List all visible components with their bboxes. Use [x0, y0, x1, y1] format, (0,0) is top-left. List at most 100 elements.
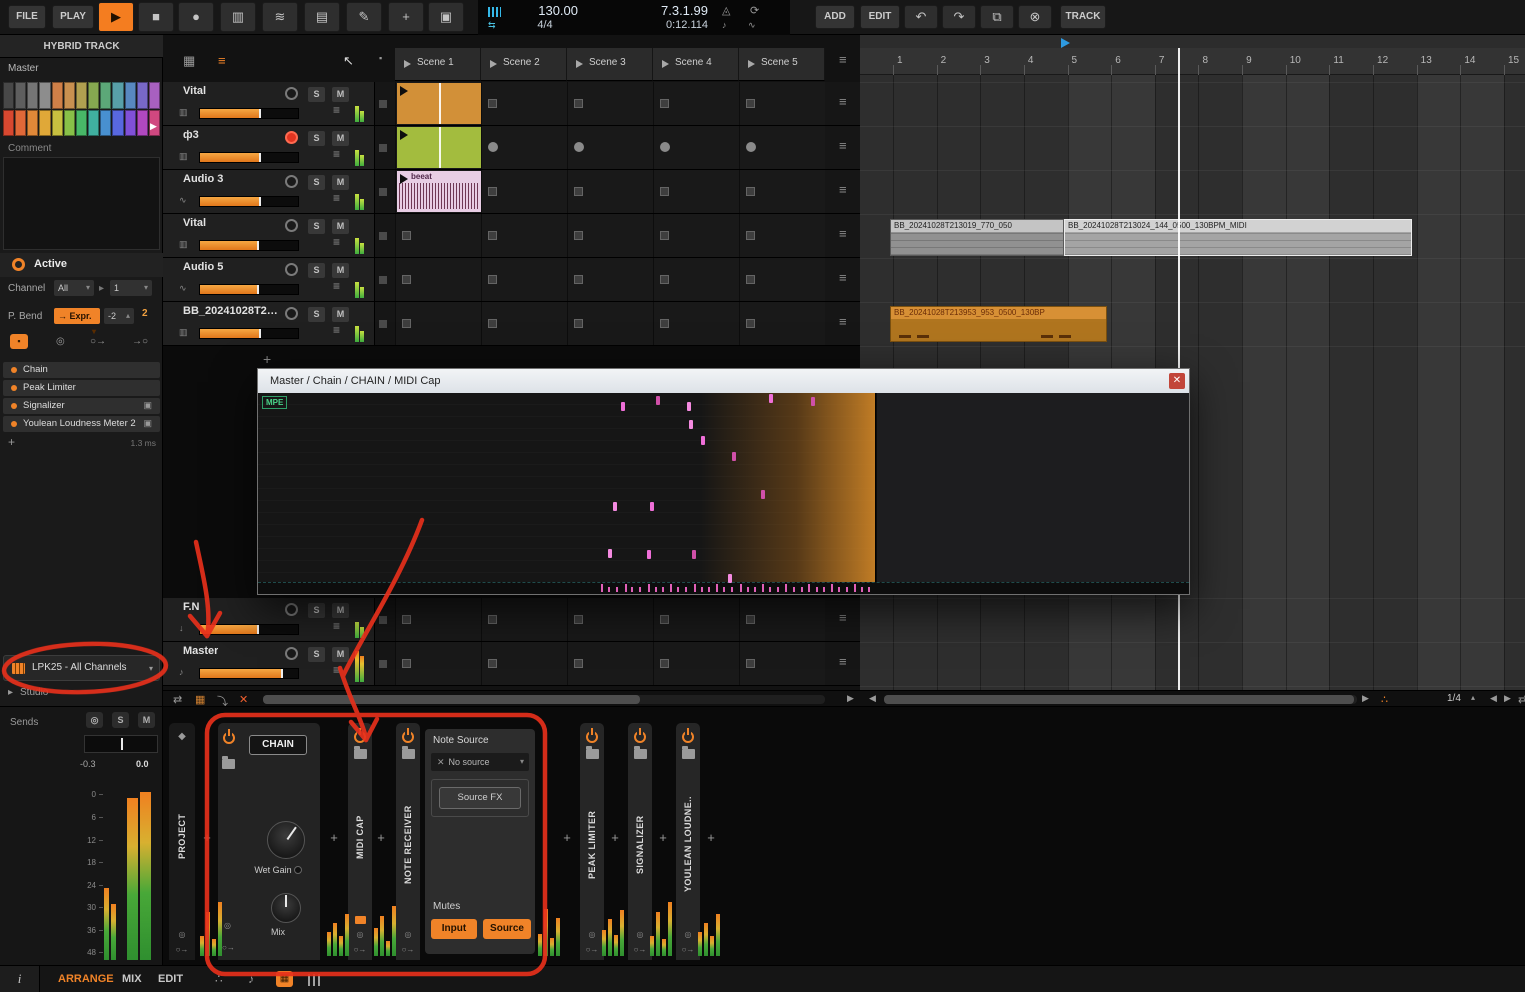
scene-header[interactable]: Scene 1 [395, 48, 481, 81]
solo-button[interactable]: S [308, 175, 325, 190]
empty-slot-marker[interactable] [574, 231, 583, 240]
midi-note-canvas[interactable]: MPE [258, 393, 1189, 594]
solo-button[interactable]: S [308, 87, 325, 102]
color-swatch[interactable] [39, 82, 51, 109]
volume-slider[interactable] [199, 624, 299, 635]
layered-editing-icon[interactable]: ≋ [262, 2, 298, 32]
comment-input[interactable] [3, 157, 160, 250]
volume-slider[interactable] [199, 108, 299, 119]
redo-button[interactable]: ↷ [942, 5, 976, 29]
clip-slot[interactable] [567, 642, 653, 685]
scene-header[interactable]: Scene 4 [653, 48, 739, 81]
output-icon[interactable]: ○→ [634, 945, 647, 954]
device-enabled-dot[interactable] [11, 367, 17, 373]
track-menu-icon[interactable]: ≡ [333, 191, 340, 205]
color-swatch[interactable] [124, 82, 136, 109]
device-enabled-dot[interactable] [11, 421, 17, 427]
record-arm-button[interactable] [285, 131, 298, 144]
scene-play-icon[interactable] [662, 60, 669, 68]
clip-view-icon[interactable]: ▣ [428, 2, 464, 32]
device-panel-toggle[interactable]: ▦ [276, 971, 293, 987]
clip-slot[interactable] [395, 302, 481, 345]
color-swatch[interactable] [100, 82, 112, 109]
add-device-slot-button[interactable]: + [559, 830, 575, 846]
clip-slot[interactable] [567, 302, 653, 345]
midi-note[interactable] [647, 550, 651, 559]
track-header[interactable]: Vital ▥ S M ≡ [163, 214, 375, 257]
track-header[interactable]: BB_20241028T21... ▥ S M ≡ [163, 302, 375, 345]
launcher-clip[interactable]: beeat [397, 171, 481, 212]
wet-gain-knob[interactable] [267, 821, 305, 859]
volume-slider[interactable] [199, 196, 299, 207]
color-swatch[interactable] [88, 82, 100, 109]
clip-slot[interactable] [567, 82, 653, 125]
grid-snap-icon[interactable]: ▦ [195, 693, 205, 706]
clip-slot[interactable] [653, 126, 739, 169]
color-swatch[interactable] [88, 109, 100, 136]
color-swatch[interactable] [112, 109, 124, 136]
clear-icon[interactable]: ✕ [437, 757, 445, 767]
empty-slot-marker[interactable] [660, 275, 669, 284]
midi-note[interactable] [687, 402, 691, 411]
midi-note[interactable] [621, 402, 625, 411]
undo-button[interactable]: ↶ [904, 5, 938, 29]
color-swatch[interactable] [63, 82, 75, 109]
midi-note[interactable] [689, 420, 693, 429]
monitor-icon[interactable]: ◎ [405, 930, 412, 939]
source-fx-button[interactable]: Source FX [439, 787, 521, 809]
add-device-slot-button[interactable]: + [607, 830, 623, 846]
midi-note[interactable] [761, 490, 765, 499]
mute-source-button[interactable]: Source [483, 919, 531, 939]
tab-edit[interactable]: EDIT [158, 973, 183, 985]
scroll-right-icon[interactable]: ▶ [847, 693, 854, 704]
studio-expand-icon[interactable]: ▸ [8, 687, 13, 698]
empty-slot-marker[interactable] [402, 275, 411, 284]
color-swatch[interactable] [15, 109, 27, 136]
record-slot-dot[interactable] [574, 142, 584, 152]
empty-slot-marker[interactable] [488, 99, 497, 108]
empty-slot-marker[interactable] [574, 275, 583, 284]
device-power-icon[interactable] [402, 731, 414, 743]
clip-slot[interactable] [739, 598, 825, 641]
monitor-icon[interactable]: ◎ [179, 930, 186, 939]
channel-filter-dropdown[interactable]: All ▾ [54, 280, 94, 296]
color-swatch[interactable] [39, 109, 51, 136]
add-button[interactable]: ADD [815, 5, 855, 29]
empty-slot-marker[interactable] [746, 659, 755, 668]
clip-slot[interactable] [739, 214, 825, 257]
mix-knob[interactable] [271, 893, 301, 923]
color-swatch[interactable] [124, 109, 136, 136]
color-swatch[interactable] [75, 109, 88, 136]
swap-view-icon[interactable]: ⇄ [173, 693, 182, 706]
color-swatch[interactable] [51, 109, 63, 136]
clip-slot[interactable] [395, 598, 481, 641]
clip-slot[interactable] [395, 642, 481, 685]
prev-marker-icon[interactable]: ◀ [1490, 693, 1497, 704]
note-editor-icon[interactable]: ♪ [248, 972, 254, 986]
device-power-icon[interactable] [223, 732, 235, 744]
device-enabled-dot[interactable] [11, 385, 17, 391]
mixer-view-icon[interactable]: ▤ [304, 2, 340, 32]
chain-device-title[interactable]: CHAIN [249, 735, 307, 755]
mute-button[interactable]: M [332, 219, 349, 234]
scene-play-icon[interactable] [490, 60, 497, 68]
empty-slot-marker[interactable] [660, 187, 669, 196]
track-menu-icon[interactable]: ≡ [333, 147, 340, 161]
empty-slot-marker[interactable] [746, 99, 755, 108]
row-options-icon[interactable]: ≡ [839, 270, 847, 285]
time-signature-display[interactable]: 4/4 [512, 19, 578, 31]
clip-slot[interactable] [567, 598, 653, 641]
device-power-icon[interactable] [586, 731, 598, 743]
clip-slot[interactable] [653, 598, 739, 641]
clip-slot[interactable] [481, 598, 567, 641]
output-icon[interactable]: ○→ [586, 945, 599, 954]
device-list-item[interactable]: Signalizer ▣ [3, 398, 160, 414]
volume-slider[interactable] [199, 668, 299, 679]
scene-play-icon[interactable] [404, 60, 411, 68]
empty-slot-marker[interactable] [660, 231, 669, 240]
expression-mode-button[interactable]: ▪ [10, 334, 28, 349]
solo-button[interactable]: S [112, 712, 129, 728]
empty-slot-marker[interactable] [660, 99, 669, 108]
clip-slot[interactable] [481, 126, 567, 169]
clip-slot[interactable] [739, 258, 825, 301]
